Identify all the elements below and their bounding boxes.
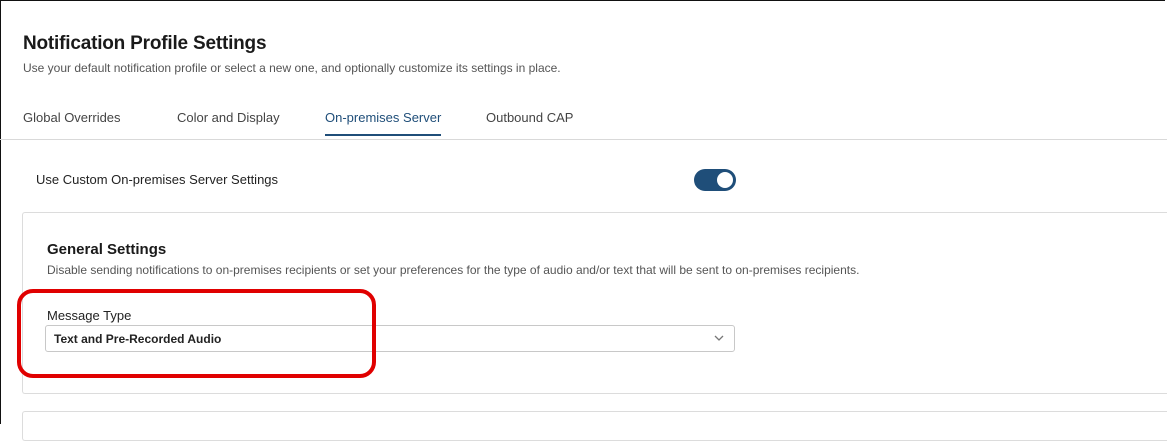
tab-bar: Global Overrides Color and Display On-pr… [0,101,1167,140]
custom-settings-label: Use Custom On-premises Server Settings [36,172,279,187]
page-title: Notification Profile Settings [23,33,267,54]
toggle-knob [717,172,733,188]
tab-global-overrides[interactable]: Global Overrides [23,110,121,134]
general-settings-description: Disable sending notifications to on-prem… [47,263,860,277]
annotation-highlight-box [17,289,376,378]
chevron-down-icon [714,335,724,341]
custom-settings-toggle[interactable] [694,169,736,191]
tab-outbound-cap[interactable]: Outbound CAP [486,110,573,134]
general-settings-title: General Settings [47,241,167,258]
tab-on-premises-server[interactable]: On-premises Server [325,110,442,136]
page-subtitle: Use your default notification profile or… [23,61,561,75]
tab-color-and-display[interactable]: Color and Display [177,110,280,134]
next-settings-card [22,411,1167,441]
